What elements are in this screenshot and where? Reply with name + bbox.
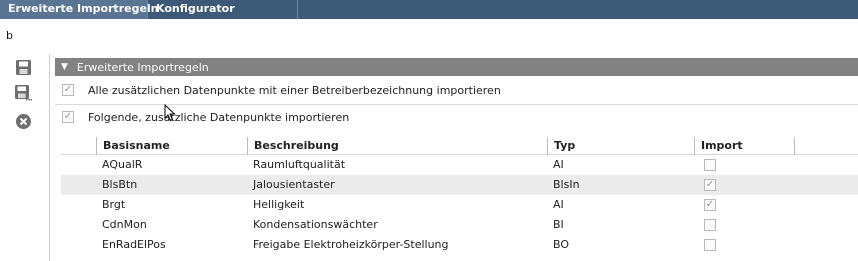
row-spacer: [61, 155, 96, 175]
cell-typ: BO: [553, 238, 570, 251]
cell-typ: AI: [553, 198, 564, 211]
panel-header[interactable]: ▼ Erweiterte Importregeln: [55, 58, 858, 76]
table-row[interactable]: BlsBtn Jalousientaster BlsIn ✓: [61, 175, 858, 195]
option-all-datapoints: ✓ Alle zusätzlichen Datenpunkte mit eine…: [55, 77, 858, 103]
cell-basisname: CdnMon: [102, 218, 147, 231]
cell-import: ✓: [694, 175, 794, 195]
import-checkbox[interactable]: [704, 159, 716, 171]
header-typ[interactable]: Typ: [547, 137, 694, 155]
cell-beschreibung: Jalousientaster: [253, 178, 335, 191]
import-checkbox[interactable]: [704, 239, 716, 251]
cell-typ: BlsIn: [553, 178, 580, 191]
cell-basisname: BlsBtn: [102, 178, 138, 191]
cell-beschreibung: Kondensationswächter: [253, 218, 378, 231]
mouse-cursor-icon: [164, 104, 176, 122]
header-filler: [794, 137, 858, 155]
row-spacer: [61, 175, 96, 195]
cell-typ: BI: [553, 218, 564, 231]
row-spacer: [61, 235, 96, 255]
table-row[interactable]: AQualR Raumluftqualität AI: [61, 155, 858, 175]
close-circle-icon: [15, 113, 31, 129]
cell-import: [694, 155, 794, 175]
cell-basisname: Brgt: [102, 198, 126, 211]
table-row[interactable]: CdnMon Kondensationswächter BI: [61, 215, 858, 235]
table-row[interactable]: Brgt Helligkeit AI ✓: [61, 195, 858, 215]
cell-import: [694, 215, 794, 235]
cell-beschreibung: Helligkeit: [253, 198, 305, 211]
option-all-label: Alle zusätzlichen Datenpunkte mit einer …: [88, 83, 501, 97]
cell-import: [694, 235, 794, 255]
import-rules-panel: ▼ Erweiterte Importregeln ✓ Alle zusätzl…: [55, 58, 858, 261]
cell-basisname: AQualR: [102, 158, 143, 171]
cancel-button[interactable]: [14, 112, 32, 130]
cell-basisname: EnRadElPos: [102, 238, 166, 251]
save-as-button[interactable]: [14, 84, 32, 102]
tab-konfigurator[interactable]: Konfigurator: [148, 0, 298, 19]
table-row[interactable]: EnRadElPos Freigabe Elektroheizkörper-St…: [61, 235, 858, 255]
tab-erweiterte-importregeln[interactable]: Erweiterte Importregeln: [0, 0, 159, 19]
option-following-label: Folgende, zusätzliche Datenpunkte import…: [88, 110, 350, 124]
collapse-triangle-icon[interactable]: ▼: [61, 62, 68, 72]
header-spacer: [61, 137, 96, 155]
save-button[interactable]: [14, 58, 32, 76]
import-checkbox[interactable]: ✓: [704, 199, 716, 211]
row-spacer: [61, 215, 96, 235]
table-header: Basisname Beschreibung Typ Import: [61, 137, 858, 155]
save-as-icon: [15, 85, 32, 101]
tab-bar: Erweiterte Importregeln Konfigurator: [0, 0, 858, 19]
cell-import: ✓: [694, 195, 794, 215]
import-checkbox[interactable]: [704, 219, 716, 231]
header-beschreibung[interactable]: Beschreibung: [247, 137, 547, 155]
row-spacer: [61, 195, 96, 215]
cell-typ: AI: [553, 158, 564, 171]
datapoint-table: Basisname Beschreibung Typ Import AQualR…: [61, 137, 858, 255]
save-icon: [15, 59, 31, 75]
cell-beschreibung: Freigabe Elektroheizkörper-Stellung: [253, 238, 449, 251]
option-following-checkbox[interactable]: ✓: [62, 111, 74, 123]
cell-beschreibung: Raumluftqualität: [253, 158, 346, 171]
import-checkbox[interactable]: ✓: [704, 179, 716, 191]
panel-title: Erweiterte Importregeln: [76, 60, 209, 74]
header-import[interactable]: Import: [694, 137, 794, 155]
breadcrumb: b: [6, 29, 13, 42]
header-basisname[interactable]: Basisname: [96, 137, 247, 155]
option-all-checkbox[interactable]: ✓: [62, 84, 74, 96]
left-toolbar: [0, 54, 50, 261]
